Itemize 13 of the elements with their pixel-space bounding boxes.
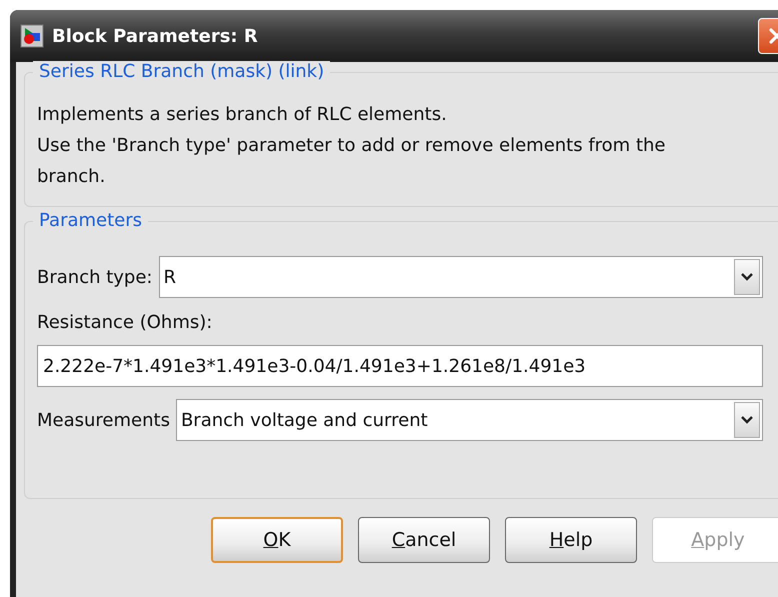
field-label: Branch type: (37, 266, 152, 288)
dropdown[interactable]: Branch voltage and current (176, 399, 763, 441)
dropdown[interactable]: R (158, 256, 763, 298)
field-label: Measurements (37, 410, 170, 430)
dialog-button[interactable]: Help (505, 517, 637, 563)
dialog-button[interactable]: Cancel (358, 517, 490, 563)
description-text: Implements a series branch of RLC elements. (37, 103, 448, 127)
window-title: Block Parameters: R (52, 26, 258, 46)
dialog-button[interactable]: OK (211, 517, 344, 563)
field-label: Resistance (Ohms): (37, 312, 214, 333)
group-title: Series RLC Branch (mask) (link) (33, 61, 330, 82)
description-text: Use the 'Branch type' parameter to add or remove elements from the branch. (37, 134, 666, 189)
input-field[interactable]: 2.222e-7*1.491e3*1.491e3-0.04/1.491e3+1.261e8/1.491e3 (37, 345, 763, 387)
